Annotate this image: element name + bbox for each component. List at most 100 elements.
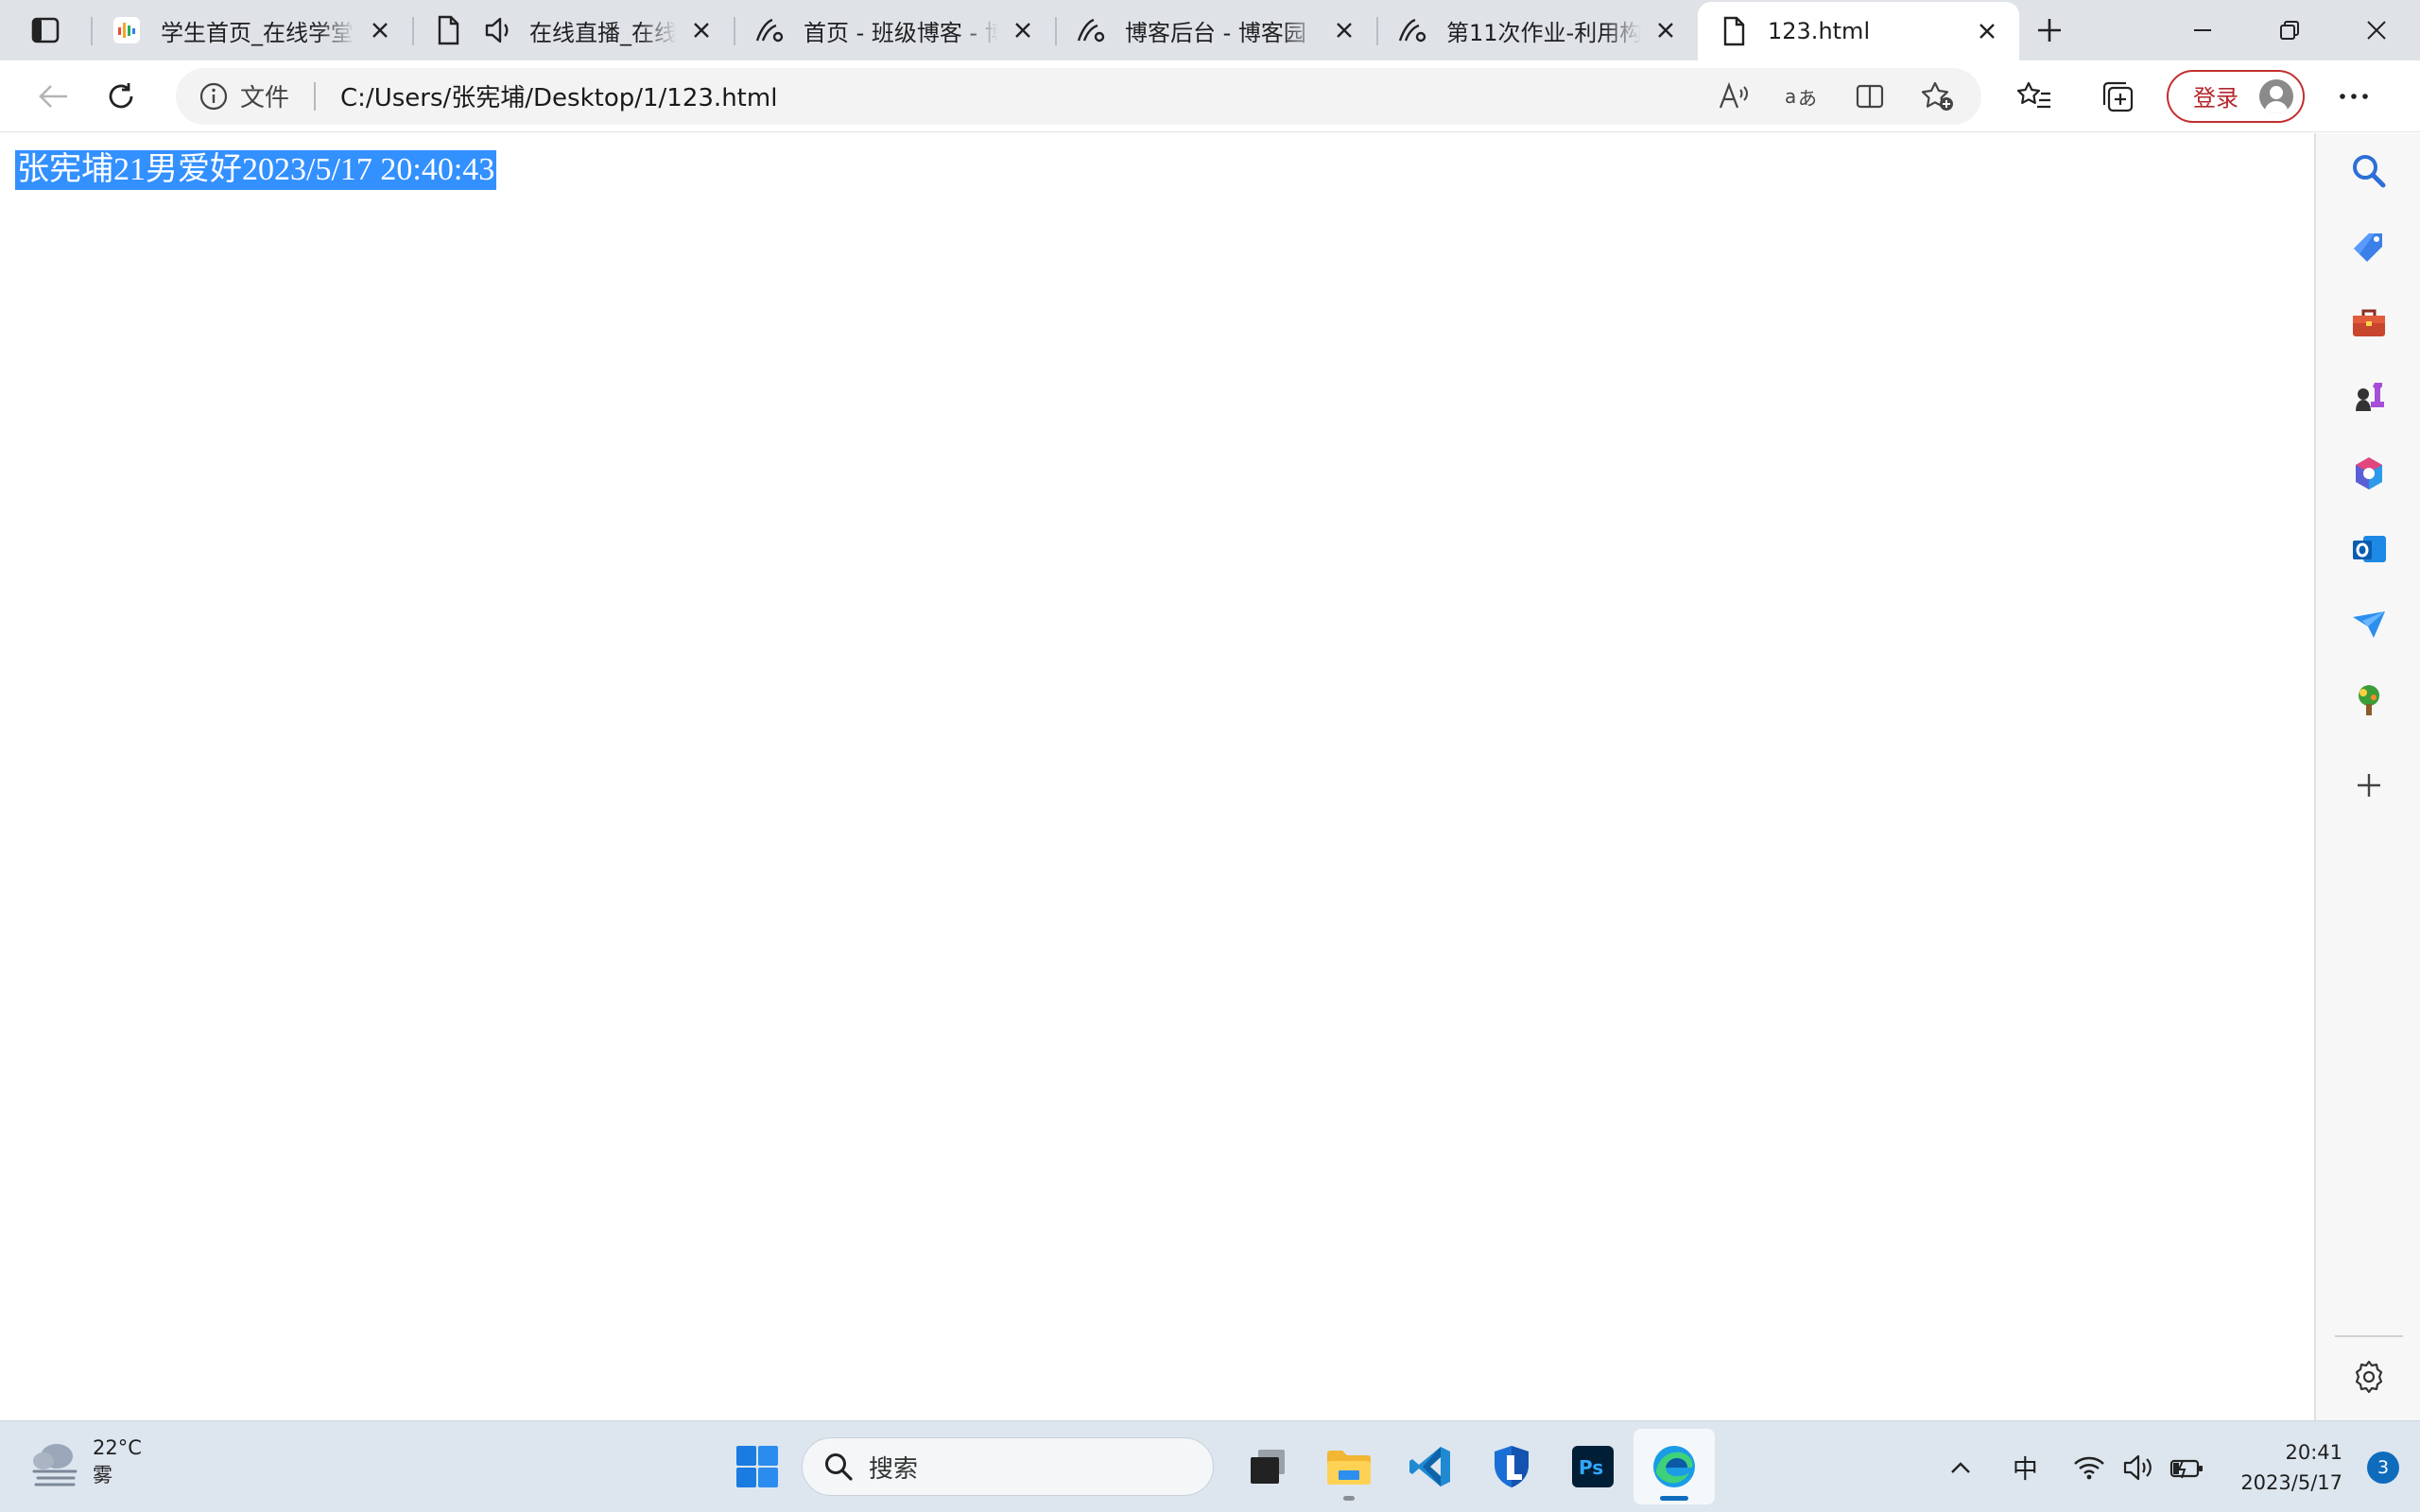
- tab-close-icon[interactable]: [1008, 15, 1038, 45]
- ime-indicator[interactable]: 中: [2000, 1439, 2049, 1496]
- task-view-button[interactable]: [1227, 1429, 1308, 1504]
- tab-123-html[interactable]: 123.html: [1698, 2, 2019, 60]
- wifi-button[interactable]: [2065, 1439, 2114, 1496]
- office-icon: [2356, 457, 2382, 490]
- shield-app-button[interactable]: [1471, 1429, 1552, 1504]
- volume-button[interactable]: [2114, 1439, 2163, 1496]
- refresh-button[interactable]: [87, 68, 155, 125]
- read-aloud-icon: [1719, 81, 1748, 108]
- translate-button[interactable]: aあ: [1772, 72, 1832, 121]
- signin-button[interactable]: 登录: [2167, 69, 2305, 123]
- search-icon: [2353, 155, 2386, 188]
- url-text[interactable]: C:/Users/张宪埔/Desktop/1/123.html: [340, 78, 1703, 113]
- paper-plane-icon: [2353, 611, 2385, 638]
- edge-browser-button[interactable]: [1634, 1429, 1715, 1504]
- address-bar[interactable]: 文件 C:/Users/张宪埔/Desktop/1/123.html aあ: [176, 67, 1981, 125]
- sidebar-office-button[interactable]: [2341, 445, 2397, 502]
- document-icon: [1717, 14, 1751, 48]
- speaker-icon[interactable]: [482, 13, 516, 47]
- cnblogs-icon: [752, 13, 786, 47]
- tab-actions-button[interactable]: [0, 0, 91, 60]
- tab-class-blog[interactable]: 首页 - 班级博客 - 博: [734, 4, 1055, 57]
- close-window-button[interactable]: [2333, 0, 2420, 60]
- taskbar: 22°C 雾 搜索 Ps 中 20:41 2023/5/17 3: [0, 1420, 2420, 1512]
- selected-text[interactable]: 张宪埔21男爱好2023/5/17 20:40:43: [15, 150, 497, 190]
- sidebar-tools-button[interactable]: [2341, 294, 2397, 351]
- vscode-icon: [1409, 1447, 1450, 1486]
- sidebar-search-button[interactable]: [2341, 143, 2397, 199]
- add-favorite-button[interactable]: [1908, 72, 1968, 121]
- restore-button[interactable]: [2246, 0, 2333, 60]
- show-hidden-icons-button[interactable]: [1936, 1439, 1985, 1496]
- refresh-icon: [109, 82, 133, 108]
- back-button[interactable]: [19, 68, 87, 125]
- chevron-up-icon: [1951, 1461, 1971, 1473]
- weather-temperature: 22°C: [93, 1436, 142, 1459]
- sidebar-games-button[interactable]: [2341, 369, 2397, 426]
- svg-text:a: a: [1785, 85, 1796, 108]
- favorites-list-icon: [2016, 81, 2050, 108]
- start-button[interactable]: [717, 1429, 798, 1504]
- tab-blog-admin[interactable]: 博客后台 - 博客园: [1055, 4, 1376, 57]
- svg-text:あ: あ: [1798, 87, 1817, 110]
- edge-sidebar: [2314, 133, 2420, 1420]
- outlook-icon: [2353, 536, 2386, 562]
- sidebar-send-button[interactable]: [2341, 596, 2397, 653]
- active-indicator: [1660, 1496, 1688, 1501]
- taskbar-apps: 搜索 Ps: [717, 1429, 1715, 1504]
- notification-badge[interactable]: 3: [2367, 1451, 2399, 1484]
- tab-close-icon[interactable]: [1651, 15, 1681, 45]
- running-indicator: [1343, 1496, 1355, 1501]
- task-view-icon: [1251, 1450, 1285, 1484]
- tab-student-home[interactable]: 学生首页_在线学堂: [91, 4, 412, 57]
- vscode-button[interactable]: [1390, 1429, 1471, 1504]
- tab-close-icon[interactable]: [1972, 16, 2002, 46]
- more-dots-icon: [2340, 93, 2368, 99]
- back-arrow-icon: [39, 84, 67, 108]
- tab-close-icon[interactable]: [1329, 15, 1359, 45]
- split-screen-icon: [1856, 84, 1884, 108]
- wifi-icon: [2074, 1456, 2105, 1479]
- sidebar-outlook-button[interactable]: [2341, 521, 2397, 577]
- plus-icon: [2358, 774, 2380, 797]
- fog-cloud-icon: [32, 1444, 78, 1486]
- toolbox-icon: [2353, 309, 2385, 336]
- sidebar-settings-button[interactable]: [2341, 1349, 2397, 1405]
- address-separator: [314, 81, 317, 111]
- cnblogs-icon: [1074, 13, 1108, 47]
- collections-button[interactable]: [2083, 68, 2152, 125]
- translate-icon: aあ: [1785, 85, 1817, 110]
- page-content: 张宪埔21男爱好2023/5/17 20:40:43: [0, 133, 2314, 1420]
- sidebar-tree-button[interactable]: [2341, 672, 2397, 729]
- sidebar-divider: [2335, 1335, 2403, 1337]
- edge-icon: [1653, 1446, 1695, 1487]
- settings-more-button[interactable]: [2320, 68, 2388, 125]
- file-explorer-button[interactable]: [1308, 1429, 1390, 1504]
- split-screen-button[interactable]: [1840, 72, 1900, 121]
- weather-widget[interactable]: 22°C 雾: [28, 1435, 142, 1489]
- photoshop-button[interactable]: Ps: [1552, 1429, 1634, 1504]
- close-icon: [2367, 21, 2386, 40]
- restore-icon: [2280, 21, 2299, 40]
- gear-icon: [2355, 1360, 2383, 1394]
- clock[interactable]: 20:41 2023/5/17: [2240, 1437, 2342, 1498]
- new-tab-button[interactable]: [2019, 0, 2080, 60]
- minimize-button[interactable]: [2159, 0, 2246, 60]
- tab-actions-icon: [31, 17, 60, 43]
- taskbar-search[interactable]: 搜索: [802, 1437, 1214, 1496]
- folder-icon: [1327, 1451, 1371, 1485]
- sidebar-add-button[interactable]: [2341, 757, 2397, 814]
- tab-close-icon[interactable]: [365, 15, 395, 45]
- tab-homework[interactable]: 第11次作业-利用构: [1376, 4, 1698, 57]
- favorites-button[interactable]: [2000, 68, 2068, 125]
- site-info-button[interactable]: 文件: [199, 78, 289, 113]
- sidebar-shopping-button[interactable]: [2341, 218, 2397, 275]
- tab-live-stream[interactable]: 在线直播_在线: [412, 4, 734, 57]
- system-tray: 中 20:41 2023/5/17 3: [1936, 1421, 2420, 1512]
- cnblogs-icon: [1395, 13, 1429, 47]
- read-aloud-button[interactable]: [1703, 72, 1764, 121]
- tab-close-icon[interactable]: [686, 15, 717, 45]
- document-icon: [431, 13, 465, 47]
- star-add-icon: [1921, 81, 1953, 111]
- battery-button[interactable]: [2163, 1439, 2212, 1496]
